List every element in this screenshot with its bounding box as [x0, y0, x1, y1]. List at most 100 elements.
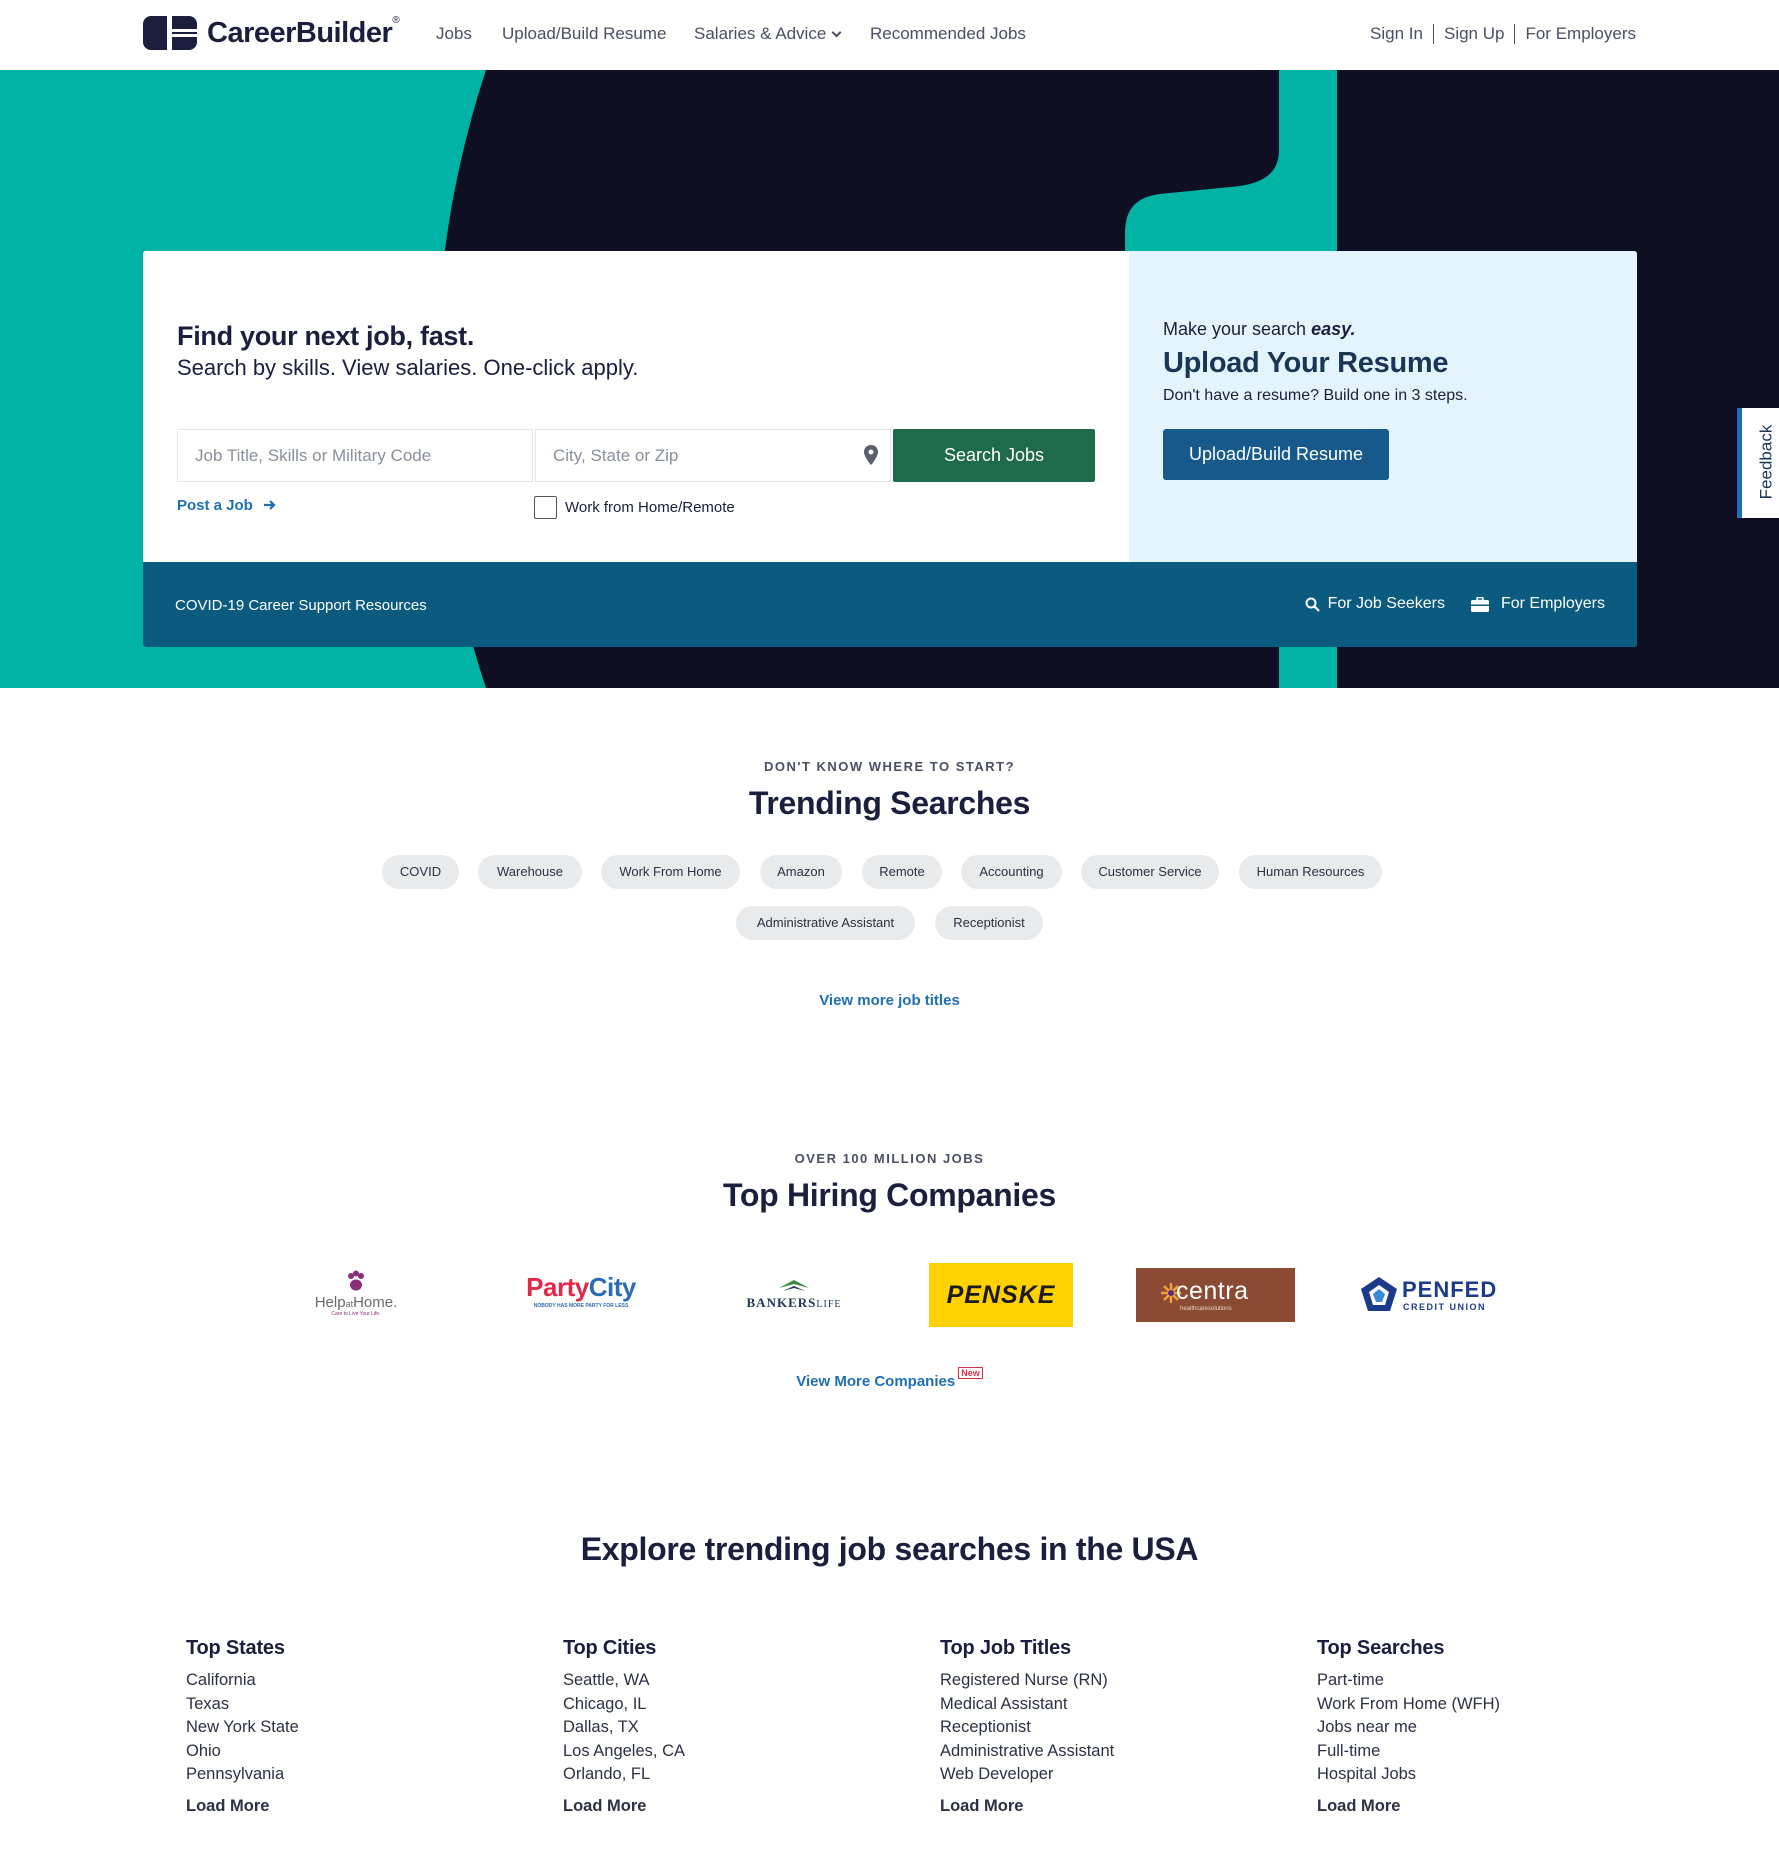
list-item[interactable]: Chicago, IL	[563, 1693, 863, 1717]
work-from-home-checkbox[interactable]	[534, 496, 557, 519]
view-more-companies-label: View More Companies	[796, 1373, 956, 1390]
list-item[interactable]: Orlando, FL	[563, 1763, 863, 1787]
location-search-input[interactable]: City, State or Zip	[535, 429, 891, 482]
bankers-life-wordmark: BANKERSLIFE	[746, 1295, 842, 1310]
trending-pill[interactable]: Warehouse	[478, 855, 582, 889]
centra-logo[interactable]: centra healthcaresolutions	[1136, 1268, 1295, 1322]
trending-pill[interactable]: Remote	[862, 855, 942, 889]
load-more-button[interactable]: Load More	[563, 1797, 863, 1816]
view-more-companies-link[interactable]: View More Companies New	[0, 1367, 1779, 1390]
nav-recommended-jobs-link[interactable]: Recommended Jobs	[870, 24, 1026, 44]
trending-pill[interactable]: Work From Home	[601, 855, 740, 889]
post-a-job-label: Post a Job	[177, 497, 253, 514]
search-card: Find your next job, fast. Search by skil…	[143, 251, 1637, 647]
list-item[interactable]: Seattle, WA	[563, 1669, 863, 1693]
list-item[interactable]: New York State	[186, 1716, 486, 1740]
job-search-panel: Find your next job, fast. Search by skil…	[143, 251, 1129, 562]
help-at-home-logo[interactable]: HelpatHome. Care to Live Your Life.	[300, 1270, 412, 1322]
location-pin-icon	[864, 445, 878, 465]
centra-tagline: healthcaresolutions	[1180, 1306, 1232, 1312]
list-item[interactable]: Work From Home (WFH)	[1317, 1693, 1617, 1717]
companies-eyebrow: OVER 100 MILLION JOBS	[794, 1151, 985, 1166]
trending-pill[interactable]: Administrative Assistant	[736, 906, 915, 940]
top-states-column: Top States California Texas New York Sta…	[186, 1637, 486, 1816]
load-more-button[interactable]: Load More	[1317, 1797, 1617, 1816]
account-links: Sign In Sign Up For Employers	[1370, 24, 1636, 44]
column-title: Top States	[186, 1637, 285, 1659]
help-at-home-wordmark: HelpatHome.	[314, 1294, 398, 1311]
feedback-tab[interactable]: Feedback	[1737, 408, 1779, 518]
top-searches-column: Top Searches Part-time Work From Home (W…	[1317, 1637, 1617, 1816]
centra-wordmark: centra	[1176, 1277, 1249, 1305]
divider	[1432, 24, 1434, 44]
upload-resume-title: Upload Your Resume	[1163, 347, 1449, 379]
nav-upload-resume-link[interactable]: Upload/Build Resume	[502, 24, 666, 44]
arrow-right-icon	[264, 500, 276, 510]
nav-jobs-link[interactable]: Jobs	[436, 24, 472, 44]
load-more-button[interactable]: Load More	[940, 1797, 1240, 1816]
view-more-job-titles-link[interactable]: View more job titles	[0, 992, 1779, 1009]
keyword-search-input[interactable]: Job Title, Skills or Military Code	[177, 429, 533, 482]
list-item[interactable]: Pennsylvania	[186, 1763, 486, 1787]
party-city-wordmark: PartyCity	[526, 1272, 636, 1302]
for-job-seekers-label: For Job Seekers	[1327, 595, 1445, 612]
load-more-button[interactable]: Load More	[186, 1797, 486, 1816]
list-item[interactable]: Web Developer	[940, 1763, 1240, 1787]
list-item[interactable]: Dallas, TX	[563, 1716, 863, 1740]
upload-resume-panel: Make your search easy. Upload Your Resum…	[1129, 251, 1637, 562]
new-badge: New	[958, 1367, 983, 1379]
help-at-home-tagline: Care to Live Your Life.	[331, 1311, 381, 1317]
trending-pill[interactable]: Customer Service	[1081, 855, 1219, 889]
penfed-logo[interactable]: PENFED CREDIT UNION	[1359, 1275, 1499, 1317]
location-placeholder: City, State or Zip	[553, 446, 679, 465]
trending-pill[interactable]: COVID	[382, 855, 459, 889]
divider	[1514, 24, 1516, 44]
trending-eyebrow: DON'T KNOW WHERE TO START?	[763, 759, 1016, 774]
list-item[interactable]: California	[186, 1669, 486, 1693]
list-item[interactable]: Receptionist	[940, 1716, 1240, 1740]
hero-section: Find your next job, fast. Search by skil…	[0, 70, 1779, 688]
trending-pill[interactable]: Human Resources	[1239, 855, 1382, 889]
briefcase-icon	[1470, 596, 1489, 612]
work-from-home-label[interactable]: Work from Home/Remote	[565, 499, 735, 516]
penfed-shield-icon	[1361, 1277, 1397, 1311]
list-item[interactable]: Texas	[186, 1693, 486, 1717]
hero-subheadline: Search by skills. View salaries. One-cli…	[177, 355, 639, 380]
for-job-seekers-link[interactable]: For Job Seekers	[1305, 595, 1445, 613]
penske-logo[interactable]: PENSKE	[929, 1263, 1073, 1327]
post-a-job-link[interactable]: Post a Job	[177, 497, 276, 514]
sign-in-link[interactable]: Sign In	[1370, 24, 1423, 44]
careerbuilder-logo-mark-icon	[143, 16, 197, 50]
list-item[interactable]: Los Angeles, CA	[563, 1740, 863, 1764]
paw-icon	[348, 1270, 364, 1291]
list-item[interactable]: Part-time	[1317, 1669, 1617, 1693]
trending-pill[interactable]: Amazon	[760, 855, 842, 889]
search-jobs-button[interactable]: Search Jobs	[893, 429, 1095, 482]
nav-salaries-advice-dropdown[interactable]: Salaries & Advice	[694, 24, 842, 44]
bankers-life-logo[interactable]: BANKERSLIFE	[731, 1278, 857, 1318]
list-item[interactable]: Hospital Jobs	[1317, 1763, 1617, 1787]
explore-title: Explore trending job searches in the USA	[580, 1531, 1199, 1567]
party-city-logo[interactable]: PartyCity NOBODY HAS MORE PARTY FOR LESS	[518, 1273, 644, 1319]
list-item[interactable]: Ohio	[186, 1740, 486, 1764]
audience-links: For Job Seekers For Employers	[1305, 595, 1605, 613]
list-item[interactable]: Full-time	[1317, 1740, 1617, 1764]
for-employers-link[interactable]: For Employers	[1525, 24, 1636, 44]
resource-bar: COVID-19 Career Support Resources For Jo…	[143, 562, 1637, 647]
covid-resources-link[interactable]: COVID-19 Career Support Resources	[175, 597, 427, 614]
list-item[interactable]: Administrative Assistant	[940, 1740, 1240, 1764]
penfed-subtitle: CREDIT UNION	[1403, 1302, 1486, 1312]
feedback-label: Feedback	[1756, 424, 1776, 500]
list-item[interactable]: Medical Assistant	[940, 1693, 1240, 1717]
nav-salaries-label: Salaries & Advice	[694, 24, 827, 43]
list-item[interactable]: Jobs near me	[1317, 1716, 1617, 1740]
careerbuilder-logo[interactable]: CareerBuilder®	[143, 14, 400, 51]
for-employers-bar-link[interactable]: For Employers	[1470, 595, 1605, 613]
list-item[interactable]: Registered Nurse (RN)	[940, 1669, 1240, 1693]
penfed-wordmark: PENFED	[1402, 1277, 1498, 1302]
upload-build-resume-button[interactable]: Upload/Build Resume	[1163, 429, 1389, 480]
brand-name: CareerBuilder®	[207, 14, 400, 49]
trending-pill[interactable]: Receptionist	[935, 906, 1043, 940]
sign-up-link[interactable]: Sign Up	[1444, 24, 1504, 44]
trending-pill[interactable]: Accounting	[961, 855, 1062, 889]
